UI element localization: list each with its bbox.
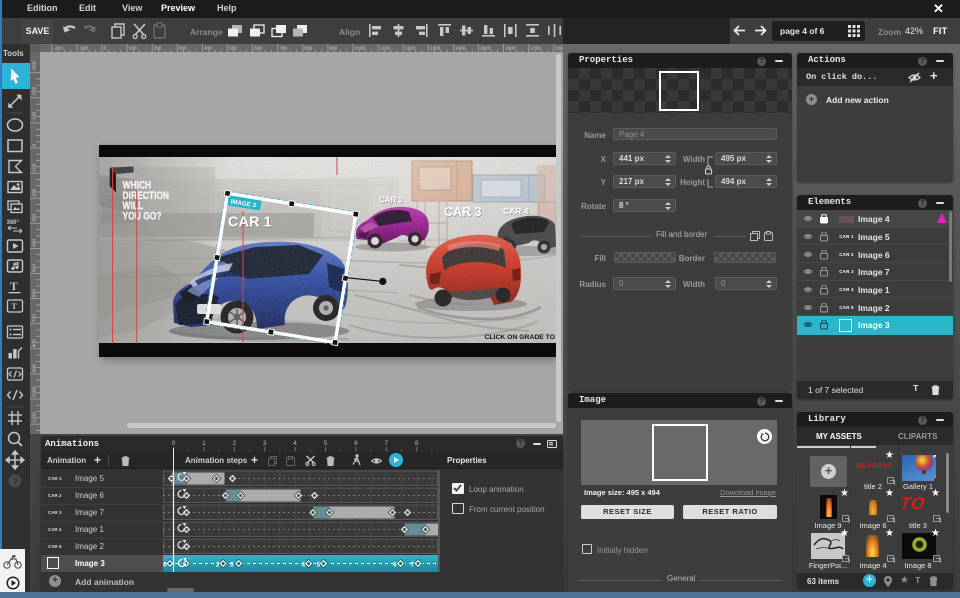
svg-text:2: 2 — [232, 440, 236, 447]
svg-text:3: 3 — [230, 561, 234, 568]
svg-text:6: 6 — [354, 440, 358, 447]
svg-text:0: 0 — [163, 561, 167, 568]
svg-text:T: T — [12, 302, 18, 311]
svg-text:5: 5 — [323, 440, 327, 447]
svg-text:360°: 360° — [7, 220, 20, 226]
svg-text:0: 0 — [171, 440, 175, 447]
svg-text:5: 5 — [316, 561, 320, 568]
svg-text:T: T — [10, 281, 18, 293]
svg-text:2: 2 — [216, 561, 220, 568]
svg-text:3: 3 — [262, 440, 266, 447]
svg-text:?: ? — [13, 477, 19, 487]
svg-text:6: 6 — [393, 561, 397, 568]
svg-text:1: 1 — [202, 440, 206, 447]
svg-text:4: 4 — [293, 440, 297, 447]
svg-text:4: 4 — [301, 561, 305, 568]
svg-text:7: 7 — [384, 440, 388, 447]
svg-text:7: 7 — [410, 561, 414, 568]
svg-text:8: 8 — [414, 440, 418, 447]
